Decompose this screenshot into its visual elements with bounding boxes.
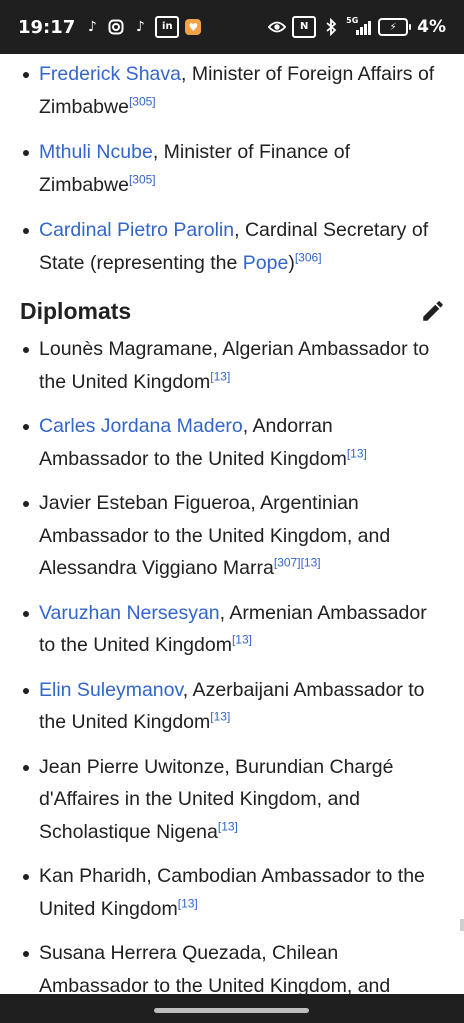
list-item: Kan Pharidh, Cambodian Ambassador to the… <box>0 860 464 925</box>
status-bar-left: 19:17 ♪ ♪ in ♥ <box>18 16 202 38</box>
link-varuzhan-nersesyan[interactable]: Varuzhan Nersesyan <box>39 602 220 624</box>
reference-link[interactable]: [306] <box>295 250 322 264</box>
bluetooth-icon <box>322 18 340 36</box>
pencil-icon[interactable] <box>420 298 446 324</box>
network-type-label: 5G <box>346 16 359 25</box>
list-item: Javier Esteban Figueroa, Argentinian Amb… <box>0 487 464 585</box>
section-title: Diplomats <box>20 297 132 324</box>
scrollbar[interactable] <box>460 919 464 931</box>
reference-link[interactable]: [307] <box>274 556 301 570</box>
tiktok-icon: ♪ <box>135 19 145 35</box>
tiktok-icon: ♪ <box>87 19 97 35</box>
clock: 19:17 <box>18 16 76 38</box>
list-item: Cardinal Pietro Parolin, Cardinal Secret… <box>0 214 464 279</box>
list-item: Frederick Shava, Minister of Foreign Aff… <box>0 58 464 123</box>
list-item: Elin Suleymanov, Azerbaijani Ambassador … <box>0 674 464 739</box>
list-item: Varuzhan Nersesyan, Armenian Ambassador … <box>0 597 464 662</box>
diplomats-list: Lounès Magramane, Algerian Ambassador to… <box>0 333 464 994</box>
list-item: Jean Pierre Uwitonze, Burundian Chargé d… <box>0 751 464 849</box>
linkedin-icon: in <box>155 16 180 38</box>
reference-link[interactable]: [13] <box>347 446 367 460</box>
link-carles-jordana-madero[interactable]: Carles Jordana Madero <box>39 415 243 437</box>
article-content: Frederick Shava, Minister of Foreign Aff… <box>0 54 464 994</box>
reference-link[interactable]: [305] <box>129 94 156 108</box>
link-pope[interactable]: Pope <box>243 252 289 274</box>
instagram-icon <box>107 18 125 36</box>
eye-icon <box>268 18 287 36</box>
officials-list: Frederick Shava, Minister of Foreign Aff… <box>0 58 464 279</box>
list-item: Lounès Magramane, Algerian Ambassador to… <box>0 333 464 398</box>
battery-charging-icon: ⚡ <box>378 18 412 36</box>
reference-link[interactable]: [13] <box>301 556 321 570</box>
signal-icon: 5G <box>346 16 372 36</box>
nfc-icon: N <box>292 16 317 38</box>
reference-link[interactable]: [13] <box>210 369 230 383</box>
reference-link[interactable]: [305] <box>129 172 156 186</box>
list-item-text: Susana Herrera Quezada, Chilean Ambassad… <box>39 942 391 994</box>
status-bar-right: N 5G ⚡ 4% <box>268 16 446 38</box>
list-item-text: Lounès Magramane, Algerian Ambassador to… <box>39 338 430 393</box>
reference-link[interactable]: [13] <box>232 633 252 647</box>
list-item: Susana Herrera Quezada, Chilean Ambassad… <box>0 937 464 994</box>
reference-link[interactable]: [13] <box>218 819 238 833</box>
link-pietro-parolin[interactable]: Cardinal Pietro Parolin <box>39 219 234 241</box>
list-item-text: Jean Pierre Uwitonze, Burundian Chargé d… <box>39 755 394 843</box>
list-item: Mthuli Ncube, Minister of Finance of Zim… <box>0 136 464 201</box>
list-item-text: Javier Esteban Figueroa, Argentinian Amb… <box>39 492 391 579</box>
link-mthuli-ncube[interactable]: Mthuli Ncube <box>39 141 153 163</box>
home-gesture-handle[interactable] <box>154 1008 309 1013</box>
battery-percent: 4% <box>417 17 446 37</box>
list-item: Carles Jordana Madero, Andorran Ambassad… <box>0 410 464 475</box>
link-elin-suleymanov[interactable]: Elin Suleymanov <box>39 679 183 701</box>
reference-link[interactable]: [13] <box>210 710 230 724</box>
list-item-text: Kan Pharidh, Cambodian Ambassador to the… <box>39 865 425 920</box>
heart-app-icon: ♥ <box>185 19 202 35</box>
status-bar: 19:17 ♪ ♪ in ♥ N 5G ⚡ 4% <box>0 0 464 54</box>
link-frederick-shava[interactable]: Frederick Shava <box>39 63 181 85</box>
reference-link[interactable]: [13] <box>178 896 198 910</box>
section-heading: Diplomats <box>0 295 464 327</box>
